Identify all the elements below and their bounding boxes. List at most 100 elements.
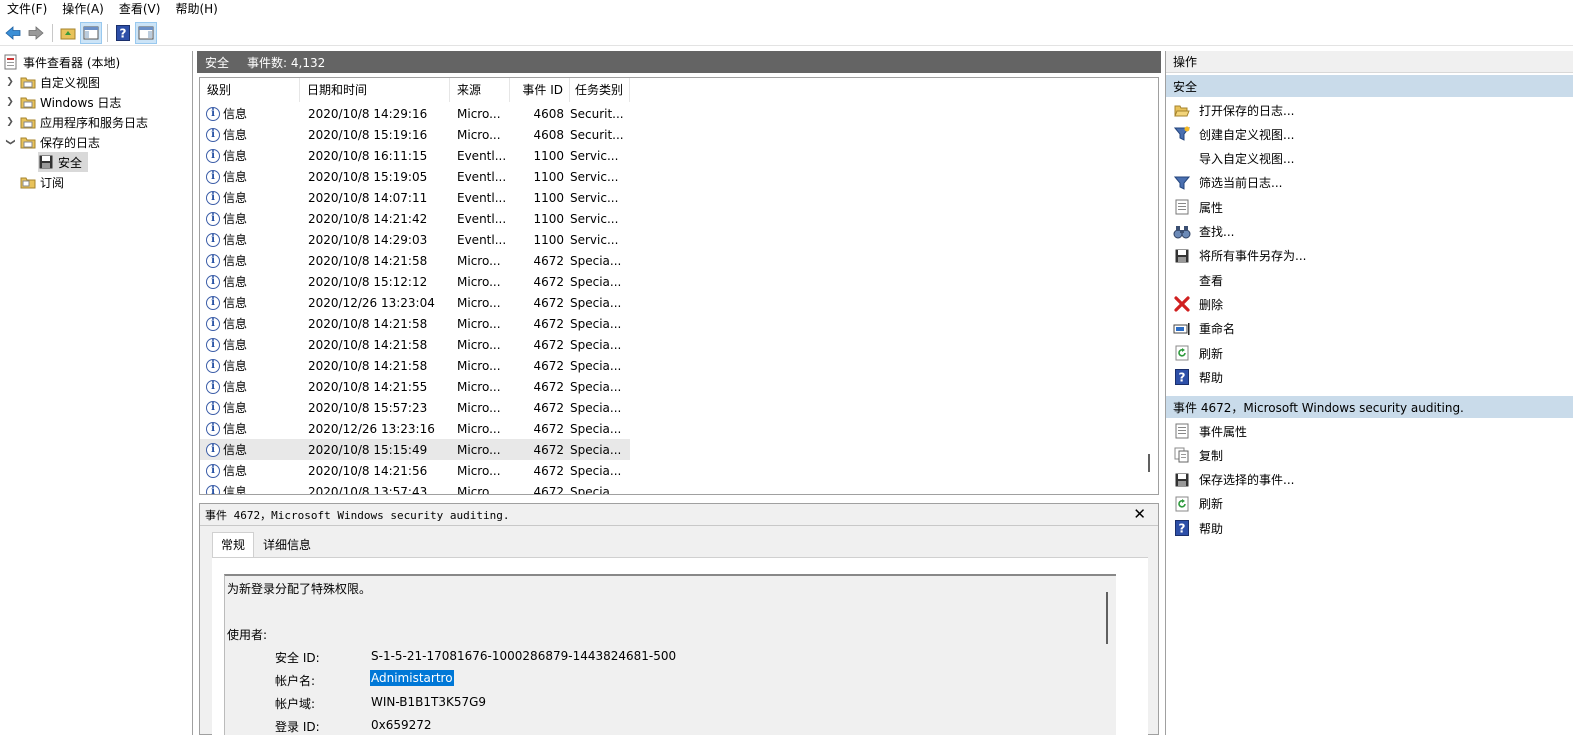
cell-source: Micro... (457, 400, 501, 415)
show-hide-tree-button[interactable] (80, 21, 102, 44)
action-item[interactable]: 复制 (1166, 443, 1573, 467)
info-icon: i (206, 211, 220, 226)
forward-button[interactable] (25, 22, 47, 44)
table-row[interactable]: i 信息 2020/12/26 13:23:04 Micro... 4672 Specia… (200, 292, 630, 313)
table-row[interactable]: i 信息 2020/10/8 14:21:58 Micro... 4672 Specia.… (200, 250, 630, 271)
level-text: 信息 (223, 401, 248, 415)
cell-datetime: 2020/10/8 15:15:49 (308, 442, 428, 457)
action-item[interactable]: 属性 (1166, 195, 1573, 219)
table-row[interactable]: i 信息 2020/12/26 13:23:16 Micro... 4672 Specia… (200, 418, 630, 439)
cell-task-category: Servic... (570, 211, 619, 226)
table-row[interactable]: i 信息 2020/10/8 14:21:58 Micro... 4672 Specia.… (200, 334, 630, 355)
column-task-category[interactable]: 任务类别 (570, 78, 630, 102)
cell-event-id: 4672 (533, 421, 564, 436)
tab-details[interactable]: 详细信息 (254, 532, 320, 556)
action-item[interactable]: ? 帮助 (1166, 365, 1573, 389)
rename-icon (1171, 320, 1193, 338)
action-item[interactable]: 删除 (1166, 292, 1573, 316)
collapse-chevron-icon[interactable]: ❯ (4, 136, 16, 148)
save-icon (1171, 471, 1193, 489)
column-datetime[interactable]: 日期和时间 (300, 78, 450, 102)
actions-section-event[interactable]: 事件 4672，Microsoft Windows security audit… (1166, 396, 1573, 418)
menu-view[interactable]: 查看(V) (112, 0, 169, 18)
cell-level: i 信息 (200, 315, 300, 332)
action-item[interactable]: 查找... (1166, 220, 1573, 244)
refresh-icon (1171, 495, 1193, 513)
table-row[interactable]: i 信息 2020/10/8 15:57:23 Micro... 4672 Specia.… (200, 397, 630, 418)
table-row[interactable]: i 信息 2020/10/8 14:29:03 Eventl... 1100 Servic… (200, 229, 630, 250)
table-row[interactable]: i 信息 2020/10/8 14:21:58 Micro... 4672 Specia.… (200, 355, 630, 376)
expand-chevron-icon[interactable]: ❯ (4, 76, 16, 88)
actions-section-security[interactable]: 安全 (1166, 75, 1573, 97)
delete-icon (1171, 295, 1193, 313)
action-item[interactable]: 重命名 (1166, 317, 1573, 341)
tree-item-app-service-logs[interactable]: ❯ 应用程序和服务日志 (4, 112, 148, 132)
menu-help[interactable]: 帮助(H) (168, 0, 225, 18)
table-row[interactable]: i 信息 2020/10/8 15:19:16 Micro... 4608 Securit… (200, 124, 630, 145)
back-button[interactable] (2, 22, 24, 44)
cell-event-id: 4672 (533, 400, 564, 415)
cell-task-category: Securit... (570, 127, 624, 142)
action-item[interactable]: 创建自定义视图... (1166, 122, 1573, 146)
action-label: 查找... (1199, 225, 1235, 239)
expand-chevron-icon[interactable]: ❯ (4, 116, 16, 128)
cell-source: Micro... (457, 421, 501, 436)
tab-general[interactable]: 常规 (212, 532, 255, 558)
table-row[interactable]: i 信息 2020/10/8 14:29:16 Micro... 4608 Securit… (200, 103, 630, 124)
cell-task-category: Servic... (570, 169, 619, 184)
tree-item-saved-logs[interactable]: ❯ 保存的日志 (4, 132, 100, 152)
table-row[interactable]: i 信息 2020/10/8 14:21:56 Micro... 4672 Specia.… (200, 460, 630, 481)
table-row[interactable]: i 信息 2020/10/8 15:19:05 Eventl... 1100 Servic… (200, 166, 630, 187)
close-icon[interactable]: ✕ (1133, 505, 1146, 523)
column-source[interactable]: 来源 (450, 78, 510, 102)
save-log-icon (38, 154, 54, 170)
table-row[interactable]: i 信息 2020/10/8 15:12:12 Micro... 4672 Specia.… (200, 271, 630, 292)
action-label: 事件属性 (1199, 424, 1248, 439)
tree-item-subscriptions[interactable]: 订阅 (20, 172, 64, 192)
tree-item-security-log[interactable]: 安全 (38, 152, 89, 172)
action-item[interactable]: 保存选择的事件... (1166, 468, 1573, 492)
action-item[interactable]: 将所有事件另存为... (1166, 244, 1573, 268)
up-folder-button[interactable] (57, 22, 79, 44)
level-text: 信息 (223, 191, 248, 205)
column-level[interactable]: 级别 (200, 78, 300, 102)
show-hide-action-pane-button[interactable] (135, 21, 157, 44)
cell-datetime: 2020/10/8 15:12:12 (308, 274, 428, 289)
cell-event-id: 1100 (533, 148, 564, 163)
action-item[interactable]: 导入自定义视图... (1166, 147, 1573, 171)
menu-action[interactable]: 操作(A) (55, 0, 112, 18)
column-event-id[interactable]: 事件 ID (510, 78, 570, 102)
tree-root[interactable]: 事件查看器 (本地) (3, 52, 120, 72)
action-item[interactable]: 查看 (1166, 268, 1573, 292)
action-item[interactable]: 刷新 (1166, 492, 1573, 516)
cell-task-category: Specia... (570, 274, 622, 289)
info-icon: i (206, 400, 220, 415)
cell-event-id: 4672 (533, 295, 564, 310)
action-item[interactable]: 刷新 (1166, 341, 1573, 365)
event-description-box[interactable]: 为新登录分配了特殊权限。 使用者: 安全 ID: S-1-5-21-170816… (224, 574, 1116, 735)
svg-text:?: ? (1179, 371, 1186, 385)
description-scrollbar-thumb[interactable] (1106, 592, 1108, 644)
table-row[interactable]: i 信息 2020/10/8 14:07:11 Eventl... 1100 Servic… (200, 187, 630, 208)
help-button[interactable]: ? (112, 22, 134, 44)
cell-event-id: 1100 (533, 211, 564, 226)
event-list[interactable]: 级别 日期和时间 来源 事件 ID 任务类别 i 信息 2020/10/8 14:2… (199, 77, 1159, 495)
table-row[interactable]: i 信息 2020/10/8 14:21:58 Micro... 4672 Specia.… (200, 313, 630, 334)
cell-source: Micro... (457, 337, 501, 352)
action-item[interactable]: 打开保存的日志... (1166, 98, 1573, 122)
list-scrollbar-thumb[interactable] (1148, 454, 1150, 472)
table-row[interactable]: i 信息 2020/10/8 14:21:42 Eventl... 1100 Servic… (200, 208, 630, 229)
table-row[interactable]: i 信息 2020/10/8 13:57:43 Micro... 4672 Specia.… (200, 481, 630, 494)
table-row[interactable]: i 信息 2020/10/8 15:15:49 Micro... 4672 Specia.… (200, 439, 630, 460)
expand-chevron-icon[interactable]: ❯ (4, 96, 16, 108)
action-item[interactable]: 事件属性 (1166, 419, 1573, 443)
tree-item-custom-views[interactable]: ❯ 自定义视图 (4, 72, 100, 92)
cell-task-category: Specia... (570, 379, 622, 394)
table-row[interactable]: i 信息 2020/10/8 14:21:55 Micro... 4672 Specia.… (200, 376, 630, 397)
menu-file[interactable]: 文件(F) (0, 0, 55, 18)
action-item[interactable]: ? 帮助 (1166, 516, 1573, 540)
action-item[interactable]: 筛选当前日志... (1166, 171, 1573, 195)
table-row[interactable]: i 信息 2020/10/8 16:11:15 Eventl... 1100 Servic… (200, 145, 630, 166)
tree-item-windows-logs[interactable]: ❯ Windows 日志 (4, 92, 121, 112)
column-headers: 级别 日期和时间 来源 事件 ID 任务类别 (200, 78, 630, 102)
